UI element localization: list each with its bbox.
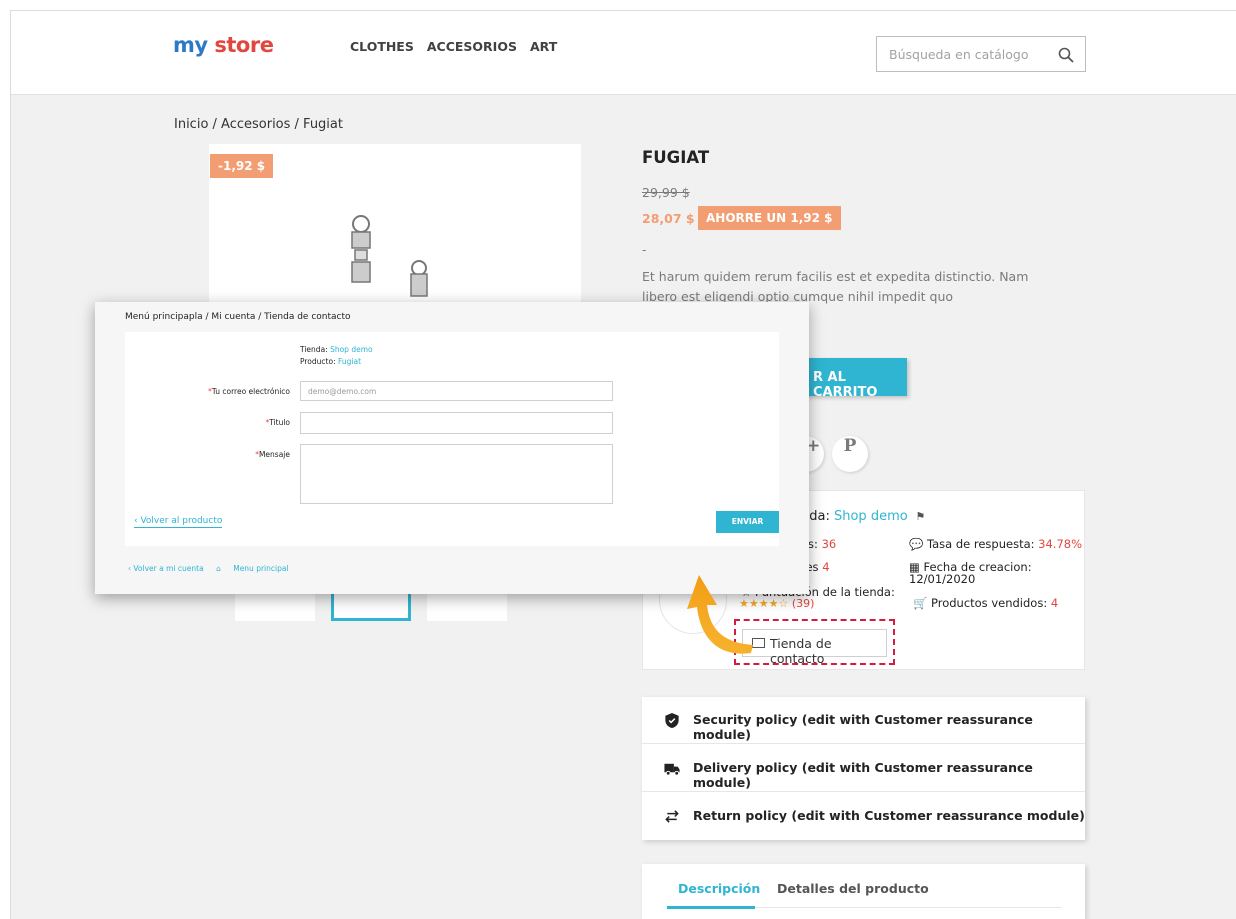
main-menu-link[interactable]: Menu principal (233, 564, 288, 573)
email-field[interactable]: demo@demo.com (300, 381, 613, 401)
breadcrumb[interactable]: Inicio / Accesorios / Fugiat (174, 117, 343, 132)
truck-icon (664, 763, 680, 776)
discount-badge: -1,92 $ (210, 154, 274, 178)
logo-store: store (214, 33, 274, 57)
home-icon: ⌂ (216, 564, 221, 573)
panel-breadcrumb[interactable]: Menú principapla / Mi cuenta / Tienda de… (125, 312, 351, 322)
seller-stat-response-rate: 💬 Tasa de respuesta: 34.78% (909, 537, 1082, 551)
stat-label: Productos vendidos: (930, 596, 1051, 610)
seller-created-date: 12/01/2020 (909, 572, 976, 586)
pinterest-share-icon[interactable]: P (832, 436, 868, 472)
nav-item-art[interactable]: ART (530, 39, 557, 54)
policy-row-delivery: Delivery policy (edit with Customer reas… (642, 745, 1085, 792)
stat-value: 4 (1050, 596, 1059, 610)
titulo-label: *Titulo (130, 418, 290, 427)
stat-value: 4 (822, 560, 830, 574)
save-badge: AHORRE UN 1,92 $ (698, 206, 841, 230)
mensaje-label: *Mensaje (130, 450, 290, 459)
rating-count: (39) (791, 597, 815, 610)
product-tabs: Descripción Detalles del producto (642, 864, 1085, 919)
nav-item-clothes[interactable]: CLOTHES (350, 39, 414, 54)
titulo-label-text: Titulo (269, 418, 290, 427)
tab-product-details[interactable]: Detalles del producto (777, 881, 929, 896)
shop-link[interactable]: Shop demo (330, 345, 373, 354)
page-frame: my store CLOTHES ACCESORIOS ART Búsqueda… (10, 10, 1236, 919)
cart-icon: 🛒 (913, 596, 931, 610)
active-tab-indicator (667, 906, 755, 909)
nav-item-accesorios[interactable]: ACCESORIOS (427, 39, 517, 54)
reassurance-block: Security policy (edit with Customer reas… (642, 697, 1085, 840)
form-shop-row: Tienda: Shop demo (300, 344, 373, 356)
seller-stat-sold: 🛒 Productos vendidos: 4 (913, 596, 1058, 610)
stat-value: 36 (821, 537, 837, 551)
search-input[interactable]: Búsqueda en catálogo (876, 36, 1086, 72)
seller-name-row: nda: Shop demo ⚑ (801, 509, 925, 524)
earring-image (351, 215, 428, 297)
mensaje-label-text: Mensaje (258, 450, 290, 459)
product-label: Producto: (300, 357, 338, 366)
main-nav: CLOTHES ACCESORIOS ART (350, 39, 557, 54)
logo-my: my (173, 33, 208, 57)
arrows-icon (665, 810, 679, 823)
shield-icon (665, 712, 679, 729)
policy-row-return: Return policy (edit with Customer reassu… (642, 793, 1085, 840)
email-label: *Tu correo electrónico (130, 387, 290, 396)
curved-arrow-icon (687, 575, 753, 654)
search-icon[interactable] (1057, 46, 1075, 64)
form-product-row: Producto: Fugiat (300, 356, 373, 368)
back-to-account-link[interactable]: ‹ Volver a mi cuenta (128, 564, 204, 573)
product-title: FUGIAT (642, 148, 710, 167)
shop-label: Tienda: (300, 345, 331, 354)
send-button[interactable]: ENVIAR (716, 511, 779, 533)
contact-form: Tienda: Shop demo Producto: Fugiat *Tu c… (125, 332, 779, 546)
store-logo[interactable]: my store (173, 33, 274, 57)
report-flag-icon[interactable]: ⚑ (912, 510, 925, 523)
panel-footer-links: ‹ Volver a mi cuenta ⌂ Menu principal (128, 564, 299, 573)
message-textarea[interactable] (300, 444, 613, 504)
short-dash: - (642, 243, 647, 257)
form-info: Tienda: Shop demo Producto: Fugiat (300, 344, 373, 368)
site-header: my store CLOTHES ACCESORIOS ART Búsqueda… (11, 11, 1236, 95)
title-field[interactable] (300, 412, 613, 434)
tab-description[interactable]: Descripción (678, 881, 760, 896)
policy-label: Return policy (edit with Customer reassu… (693, 808, 1085, 823)
back-to-product-link[interactable]: ‹ Volver al producto (134, 516, 223, 528)
contact-form-panel: Menú principapla / Mi cuenta / Tienda de… (95, 302, 809, 594)
stat-value: 34.78% (1038, 537, 1083, 551)
stat-label: Tasa de respuesta: (926, 537, 1039, 551)
current-price: 28,07 $ (642, 211, 695, 226)
email-label-text: Tu correo electrónico (211, 387, 290, 396)
product-link[interactable]: Fugiat (338, 357, 361, 366)
policy-label: Security policy (edit with Customer reas… (693, 712, 1033, 742)
chat-bubble-icon: 💬 (909, 537, 927, 551)
policy-label: Delivery policy (edit with Customer reas… (693, 760, 1033, 790)
seller-name-link[interactable]: Shop demo (834, 509, 908, 524)
product-description: Et harum quidem rerum facilis est et exp… (642, 269, 1029, 304)
search-placeholder: Búsqueda en catálogo (889, 47, 1029, 62)
policy-row-security: Security policy (edit with Customer reas… (642, 697, 1085, 744)
regular-price: 29,99 $ (642, 185, 690, 200)
